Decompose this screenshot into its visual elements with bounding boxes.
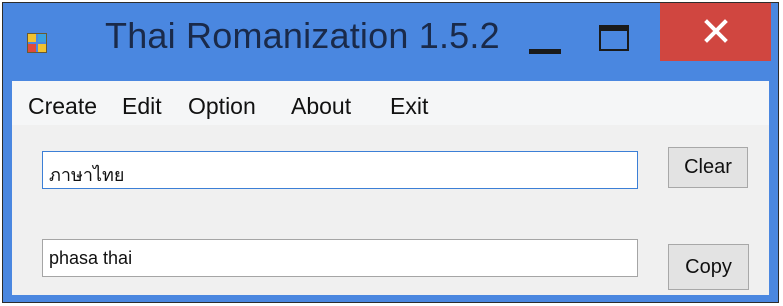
app-window: Thai Romanization 1.5.2 Create Edit Opti…: [2, 2, 779, 303]
thai-text-input[interactable]: ภาษาไทย: [42, 151, 638, 189]
menu-about[interactable]: About: [291, 93, 351, 120]
menu-option[interactable]: Option: [188, 93, 256, 120]
minimize-icon[interactable]: [523, 21, 567, 61]
copy-button[interactable]: Copy: [668, 244, 749, 290]
menu-bar: Create Edit Option About Exit: [12, 81, 769, 125]
window-title: Thai Romanization 1.5.2: [105, 15, 500, 56]
menu-edit[interactable]: Edit: [122, 93, 162, 120]
menu-create[interactable]: Create: [28, 93, 97, 120]
close-button[interactable]: [660, 3, 771, 61]
romanized-output-field[interactable]: phasa thai: [42, 239, 638, 277]
menu-exit[interactable]: Exit: [390, 93, 428, 120]
title-bar[interactable]: Thai Romanization 1.5.2: [3, 3, 778, 81]
app-icon[interactable]: [27, 33, 47, 53]
client-area: Create Edit Option About Exit ภาษาไทย Cl…: [12, 81, 769, 295]
maximize-icon[interactable]: [595, 21, 639, 61]
clear-button[interactable]: Clear: [668, 147, 748, 188]
close-icon: [704, 19, 728, 43]
